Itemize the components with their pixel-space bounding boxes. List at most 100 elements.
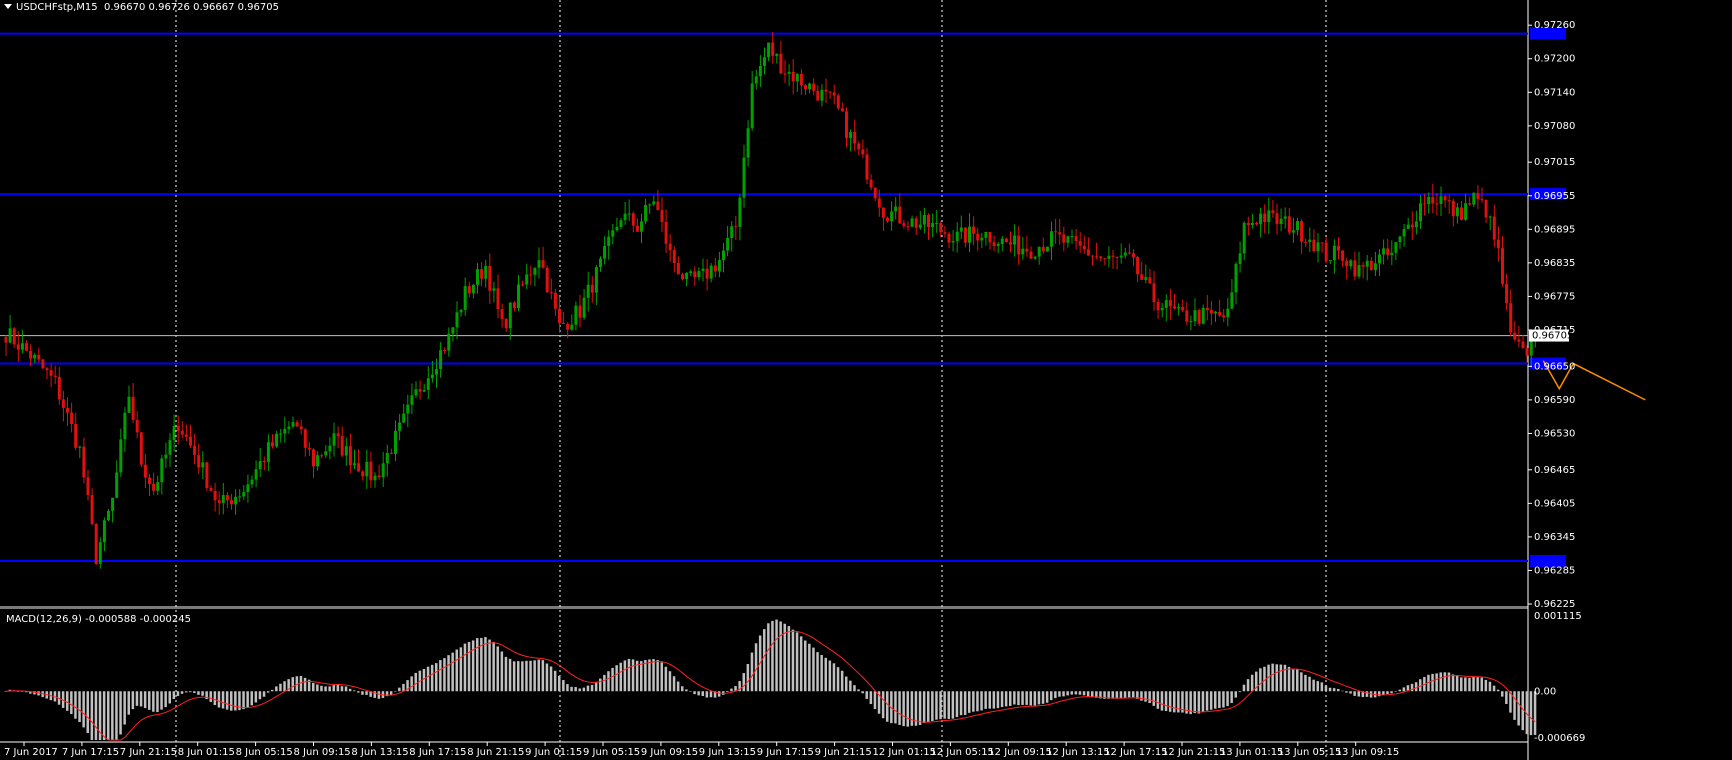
candle-body [336, 433, 340, 437]
macd-bar [123, 691, 126, 725]
macd-bar [730, 688, 733, 692]
candle-body [1255, 222, 1258, 225]
candle-body [726, 237, 730, 251]
candle-body [775, 53, 779, 56]
macd-bar [1308, 676, 1311, 692]
macd-bar [492, 641, 495, 692]
macd-bar [574, 687, 577, 692]
candle-body [664, 221, 668, 244]
candle-body [271, 442, 274, 447]
macd-bar [312, 682, 315, 692]
macd-bar [988, 691, 991, 709]
candle-body [1345, 260, 1349, 267]
candle-body [135, 419, 139, 433]
candle-body [357, 463, 361, 472]
macd-bar [357, 691, 360, 693]
candle-body [324, 451, 328, 456]
candle-body [1390, 252, 1394, 255]
macd-bar [209, 691, 212, 702]
macd-bar [463, 643, 467, 692]
macd-bar [225, 691, 229, 710]
candle-body [172, 426, 176, 441]
macd-bar [795, 632, 799, 692]
macd-bar [935, 691, 938, 720]
macd-bar [1349, 691, 1352, 694]
macd-bar [74, 691, 77, 719]
candle-body [1177, 307, 1181, 309]
macd-bar [951, 691, 955, 719]
macd-bar [980, 691, 983, 711]
time-label: 12 Jun 09:15 [988, 747, 1052, 758]
macd-label: MACD(12,26,9) [6, 614, 82, 625]
candle-body [627, 213, 631, 215]
candle-body [1091, 255, 1094, 257]
macd-bar [176, 691, 180, 696]
candle-body [262, 461, 266, 463]
macd-bar [512, 661, 516, 692]
macd-bar [1271, 663, 1274, 692]
candle-body [320, 455, 324, 457]
candle-body [955, 231, 959, 242]
macd-bar [1414, 682, 1418, 692]
candle-body [959, 227, 963, 232]
candle-body [758, 65, 762, 77]
candle-body [562, 322, 566, 324]
candle-body [1148, 277, 1152, 284]
candle-body [61, 399, 65, 408]
candle-body [943, 232, 947, 234]
candle-body [353, 463, 356, 466]
macd-bar [1451, 674, 1455, 692]
candle-body [94, 523, 98, 564]
macd-bar [586, 685, 590, 692]
candle-body [1107, 255, 1111, 259]
macd-bar [1263, 666, 1266, 692]
macd-bar [275, 686, 278, 692]
time-label: 12 Jun 01:15 [873, 747, 937, 758]
candle-body [750, 83, 754, 129]
candle-body [1382, 248, 1386, 255]
macd-bar [1275, 664, 1278, 692]
macd-bar [328, 686, 331, 692]
candle-body [439, 350, 443, 370]
candle-body [771, 42, 775, 56]
candle-body [193, 445, 197, 456]
candle-body [1185, 310, 1189, 322]
macd-bar [1066, 691, 1069, 696]
macd-bar [430, 664, 434, 692]
candle-body [291, 422, 295, 427]
chart-canvas[interactable]: 0.97260 0.97200 0.97140 0.97080 0.97015 0.969… [0, 0, 1732, 760]
macd-bar [1328, 687, 1332, 692]
macd-bar [525, 660, 528, 692]
macd-bar [947, 691, 950, 719]
macd-bar [1291, 668, 1295, 692]
candle-body [541, 260, 545, 268]
candle-body [553, 292, 557, 309]
price-tick-label: 0.97015 [1534, 157, 1575, 168]
macd-bar [685, 689, 688, 692]
candle-body [652, 201, 656, 205]
candle-body [1410, 224, 1414, 228]
macd-bar [1033, 691, 1037, 706]
time-label: 13 Jun 01:15 [1220, 747, 1284, 758]
window-separator [0, 606, 1528, 609]
candle-body [238, 496, 242, 498]
candle-body [1439, 196, 1443, 204]
candle-body [422, 389, 426, 392]
candle-body [594, 267, 598, 293]
time-label: 13 Jun 09:15 [1336, 747, 1400, 758]
candle-body [1476, 192, 1480, 200]
macd-bar [869, 691, 873, 705]
macd-bar [316, 684, 319, 692]
candle-body [1349, 260, 1353, 267]
macd-bar [804, 640, 807, 692]
candle-body [1156, 301, 1160, 311]
chart-header[interactable]: USDCHFstp,M15 0.96670 0.96726 0.96667 0.… [4, 2, 279, 13]
candle-body [1259, 213, 1263, 225]
macd-bar [1017, 691, 1020, 706]
macd-bar [508, 658, 512, 692]
candle-body [1501, 248, 1504, 284]
macd-bar [717, 691, 721, 697]
macd-bar [709, 691, 713, 698]
dropdown-triangle-icon[interactable] [4, 4, 12, 9]
macd-bar [836, 667, 840, 692]
